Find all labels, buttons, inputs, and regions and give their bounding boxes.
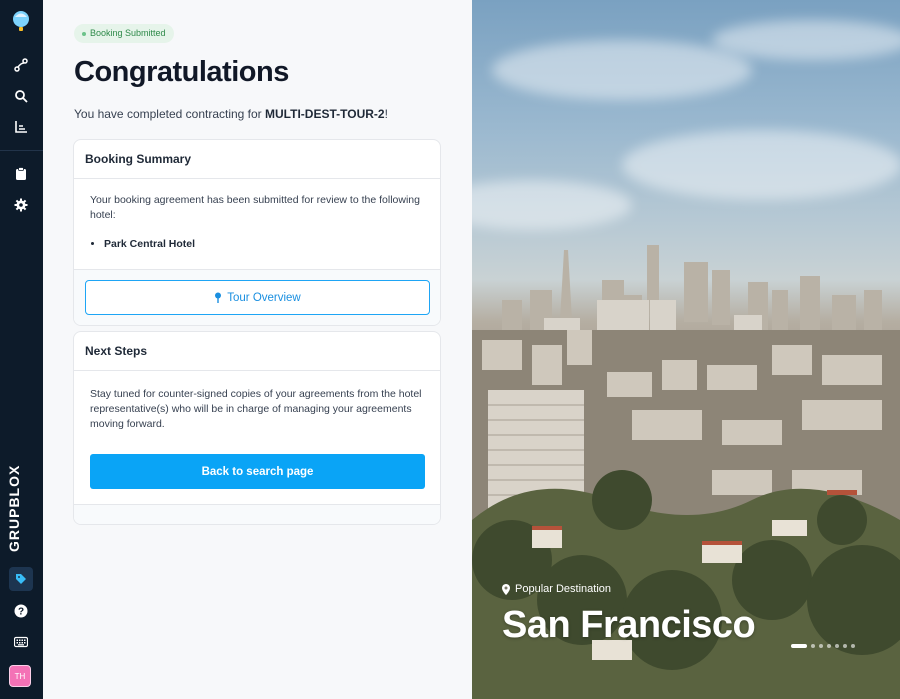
pin-icon: [215, 292, 222, 303]
popular-destination-label: Popular Destination: [502, 583, 611, 595]
page-subtitle: You have completed contracting for MULTI…: [74, 107, 388, 121]
carousel-dot[interactable]: [827, 644, 831, 648]
carousel-dot[interactable]: [851, 644, 855, 648]
popular-destination-text: Popular Destination: [515, 583, 612, 595]
sidebar-divider: [0, 150, 43, 151]
chart-icon[interactable]: [13, 119, 29, 135]
next-steps-title: Next Steps: [74, 332, 440, 371]
tour-overview-label: Tour Overview: [227, 291, 301, 304]
avatar[interactable]: TH: [9, 665, 31, 687]
carousel-dot[interactable]: [819, 644, 823, 648]
city-name: San Francisco: [502, 604, 756, 646]
keyboard-icon[interactable]: [13, 634, 29, 650]
main-content: Booking Submitted Congratulations You ha…: [43, 0, 472, 699]
page-title: Congratulations: [74, 56, 289, 88]
tour-code: MULTI-DEST-TOUR-2: [265, 107, 385, 121]
booking-summary-body: Your booking agreement has been submitte…: [74, 179, 440, 269]
subtitle-suffix: !: [384, 107, 388, 121]
sidebar: GRUPBLOX ? TH: [0, 0, 43, 699]
svg-text:?: ?: [18, 607, 24, 618]
carousel-dot[interactable]: [835, 644, 839, 648]
carousel-dots: [791, 644, 855, 648]
tag-icon[interactable]: [9, 567, 33, 591]
carousel-dot[interactable]: [843, 644, 847, 648]
booking-summary-card: Booking Summary Your booking agreement h…: [73, 139, 441, 326]
hotel-list: Park Central Hotel: [90, 237, 424, 252]
clipboard-icon[interactable]: [13, 166, 29, 182]
search-icon[interactable]: [13, 88, 29, 104]
brand-wordmark: GRUPBLOX: [6, 464, 22, 552]
status-badge: Booking Submitted: [74, 24, 174, 43]
tour-overview-button[interactable]: Tour Overview: [85, 280, 430, 315]
carousel-dot[interactable]: [811, 644, 815, 648]
route-icon[interactable]: [13, 57, 29, 73]
back-to-search-button[interactable]: Back to search page: [90, 454, 425, 489]
destination-hero: Popular Destination San Francisco: [472, 0, 900, 699]
gear-icon[interactable]: [13, 197, 29, 213]
next-steps-card: Next Steps Stay tuned for counter-signed…: [73, 331, 441, 525]
booking-summary-text: Your booking agreement has been submitte…: [90, 194, 420, 221]
hotel-list-item: Park Central Hotel: [104, 237, 424, 252]
help-icon[interactable]: ?: [13, 603, 29, 619]
next-steps-footer: [74, 504, 440, 524]
carousel-dot-active[interactable]: [791, 644, 807, 648]
balloon-logo-icon[interactable]: [11, 10, 31, 32]
next-steps-text: Stay tuned for counter-signed copies of …: [90, 388, 422, 430]
booking-summary-title: Booking Summary: [74, 140, 440, 179]
location-pin-icon: [502, 583, 510, 595]
subtitle-prefix: You have completed contracting for: [74, 107, 266, 121]
